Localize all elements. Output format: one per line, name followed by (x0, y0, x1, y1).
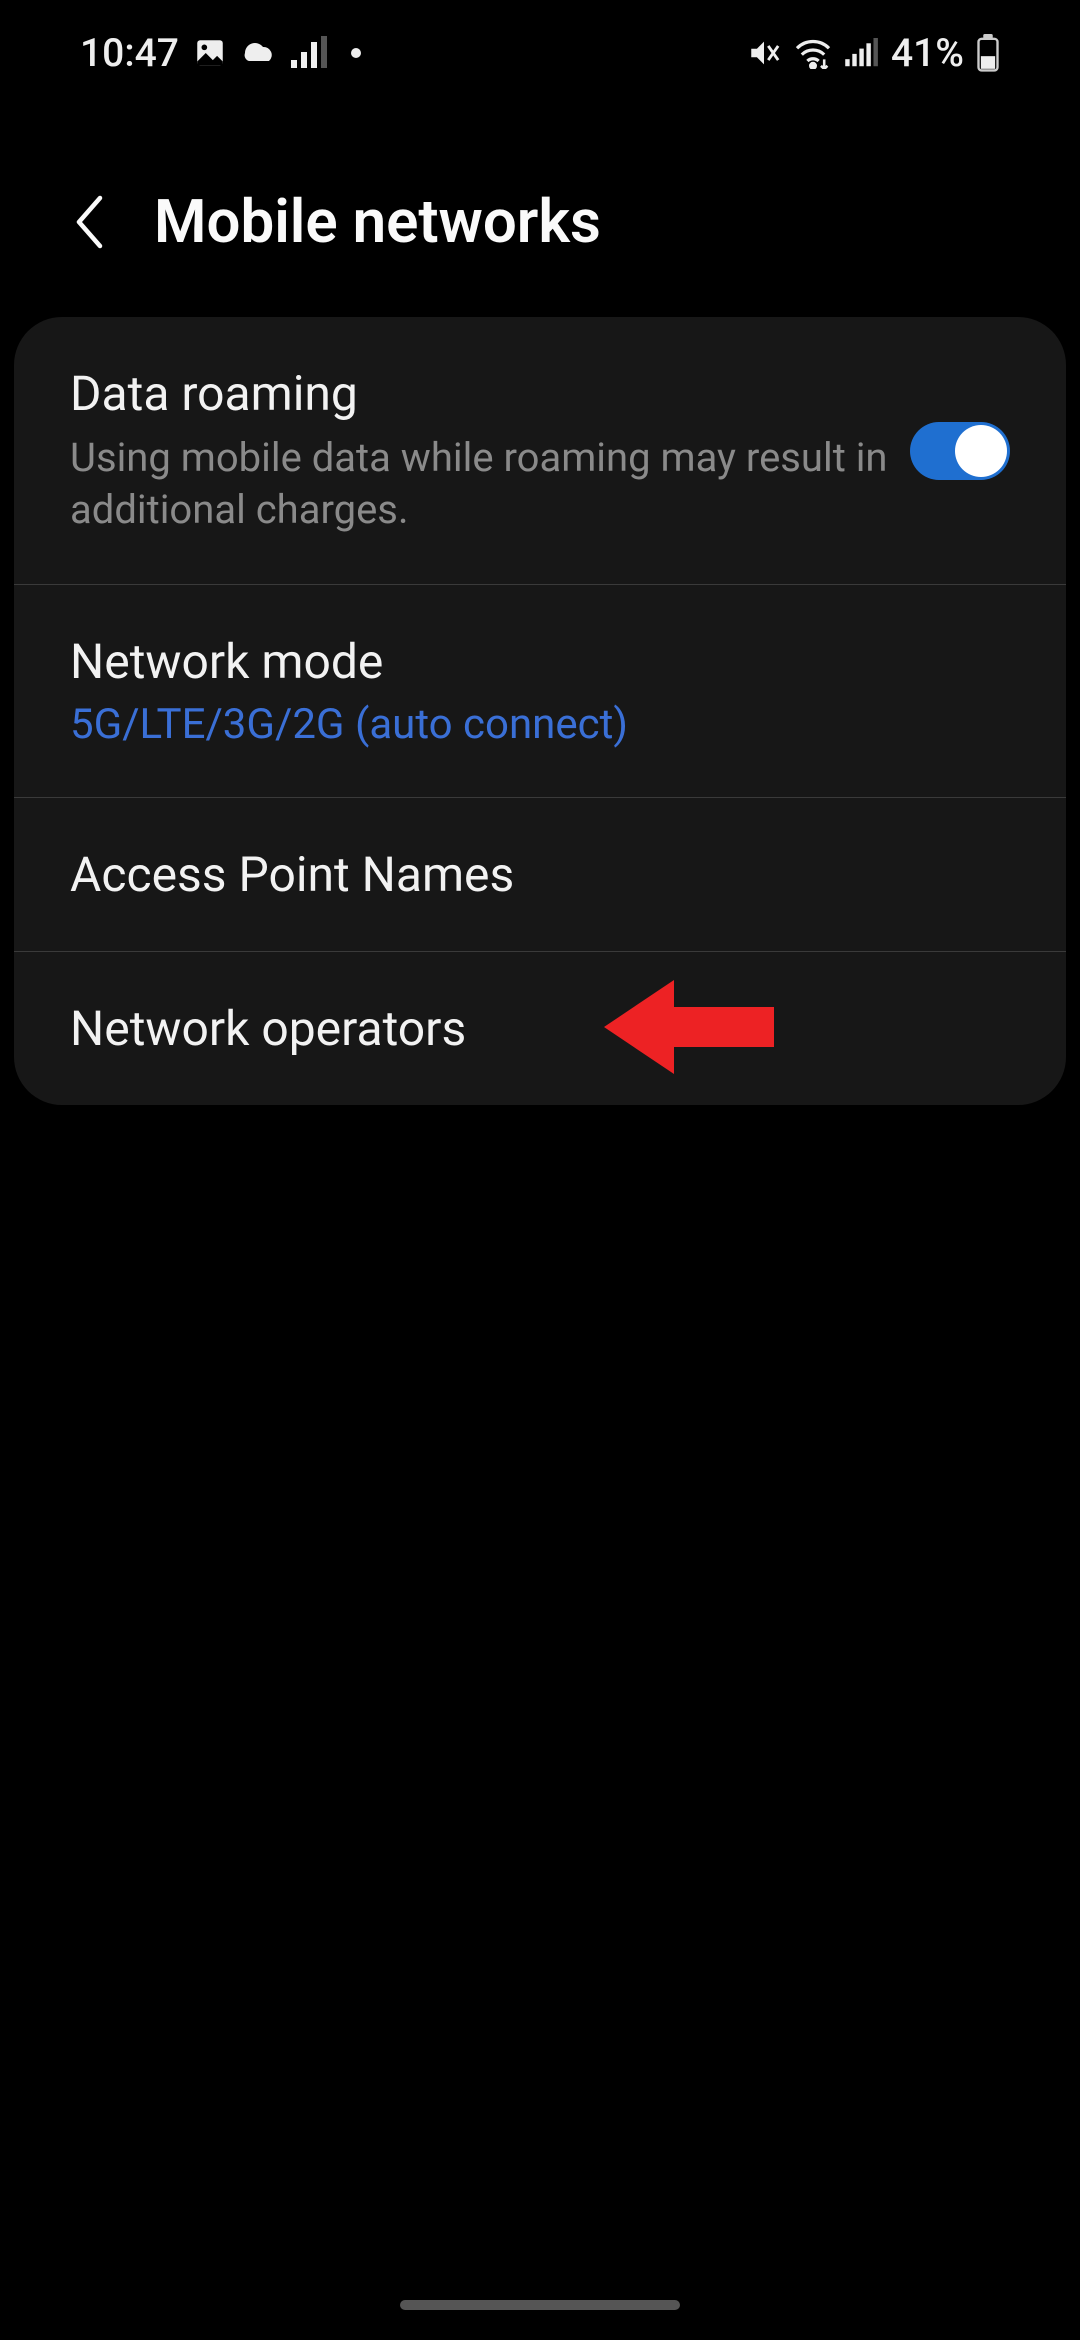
row-value: 5G/LTE/3G/2G (auto connect) (70, 700, 990, 749)
cloud-icon (241, 39, 277, 67)
picture-icon (193, 36, 227, 70)
toggle-knob (955, 425, 1007, 477)
status-right: 41% (747, 30, 1000, 76)
row-access-point-names[interactable]: Access Point Names (14, 798, 1066, 952)
back-icon[interactable] (70, 192, 112, 252)
row-text: Network mode 5G/LTE/3G/2G (auto connect) (70, 633, 1010, 749)
row-data-roaming[interactable]: Data roaming Using mobile data while roa… (14, 317, 1066, 585)
row-network-operators[interactable]: Network operators (14, 952, 1066, 1105)
page-title: Mobile networks (154, 186, 601, 257)
red-arrow-annotation (604, 972, 784, 1086)
row-title: Access Point Names (70, 846, 990, 903)
battery-icon (976, 34, 1000, 72)
data-roaming-toggle[interactable] (910, 422, 1010, 480)
row-text: Data roaming Using mobile data while roa… (70, 365, 910, 536)
signal-icon (291, 36, 329, 70)
signal-icon-2 (845, 38, 879, 68)
row-title: Network operators (70, 1000, 990, 1057)
dot-icon (351, 48, 361, 58)
row-title: Network mode (70, 633, 990, 690)
status-left: 10:47 (80, 30, 361, 76)
gesture-bar[interactable] (400, 2300, 680, 2310)
status-bar: 10:47 (0, 0, 1080, 96)
row-text: Network operators (70, 1000, 1010, 1057)
settings-list: Data roaming Using mobile data while roa… (14, 317, 1066, 1105)
mute-icon (747, 36, 781, 70)
row-desc: Using mobile data while roaming may resu… (70, 432, 890, 536)
battery-percent: 41% (891, 30, 964, 76)
page-header: Mobile networks (0, 96, 1080, 317)
row-network-mode[interactable]: Network mode 5G/LTE/3G/2G (auto connect) (14, 585, 1066, 798)
status-time: 10:47 (80, 30, 179, 76)
wifi-icon (793, 37, 833, 69)
row-text: Access Point Names (70, 846, 1010, 903)
row-title: Data roaming (70, 365, 890, 422)
